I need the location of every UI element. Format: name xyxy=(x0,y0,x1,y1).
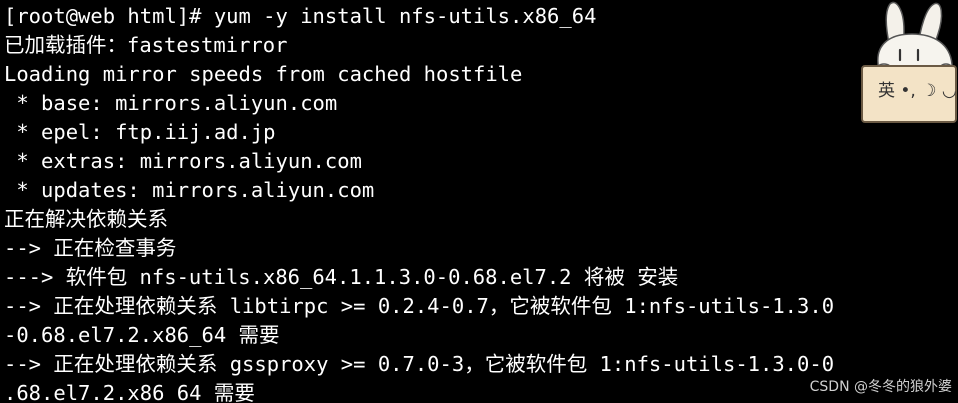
terminal-line: --> 正在检查事务 xyxy=(4,236,177,260)
csdn-watermark: CSDN @冬冬的狼外婆 xyxy=(809,379,952,395)
terminal-line: ---> 软件包 nfs-utils.x86_64.1.1.3.0-0.68.e… xyxy=(4,265,679,289)
terminal-line: --> 正在处理依赖关系 gssproxy >= 0.7.0-3，它被软件包 1… xyxy=(4,352,835,376)
terminal-line: -0.68.el7.2.x86_64 需要 xyxy=(4,323,280,347)
ime-mascot-widget[interactable]: 英 •, ☽ ◡ xyxy=(860,0,958,125)
bunny-mascot-icon xyxy=(861,1,957,123)
terminal-line: [root@web html]# yum -y install nfs-util… xyxy=(4,4,597,28)
terminal-line: * extras: mirrors.aliyun.com xyxy=(4,149,362,173)
terminal-line: * epel: ftp.iij.ad.jp xyxy=(4,120,276,144)
terminal-window[interactable]: [root@web html]# yum -y install nfs-util… xyxy=(0,0,958,403)
terminal-line: --> 正在处理依赖关系 libtirpc >= 0.2.4-0.7，它被软件包… xyxy=(4,294,835,318)
terminal-line: Loading mirror speeds from cached hostfi… xyxy=(4,62,523,86)
ime-status-label: 英 •, ☽ ◡ xyxy=(878,81,957,101)
terminal-line: * base: mirrors.aliyun.com xyxy=(4,91,338,115)
terminal-line: * updates: mirrors.aliyun.com xyxy=(4,178,375,202)
terminal-line: 已加载插件：fastestmirror xyxy=(4,33,288,57)
terminal-line: 正在解决依赖关系 xyxy=(4,207,168,231)
terminal-line: .68.el7.2.x86_64 需要 xyxy=(4,381,255,403)
